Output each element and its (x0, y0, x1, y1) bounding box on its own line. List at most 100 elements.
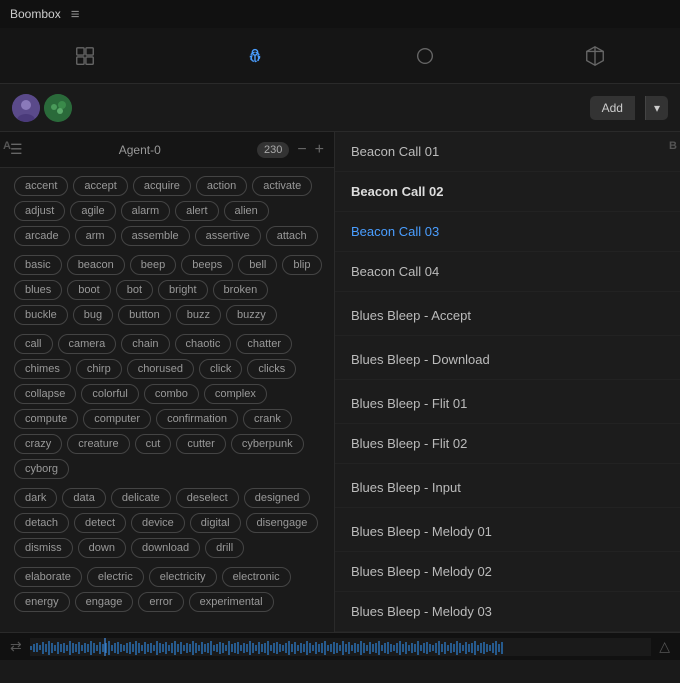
tag-buzzy[interactable]: buzzy (226, 305, 277, 325)
tag-elaborate[interactable]: elaborate (14, 567, 82, 587)
warn-icon[interactable]: △ (659, 638, 670, 655)
tag-acquire[interactable]: acquire (133, 176, 191, 196)
sound-item-blues-input[interactable]: Blues Bleep - Input (335, 468, 680, 508)
tag-collapse[interactable]: collapse (14, 384, 76, 404)
tag-button[interactable]: button (118, 305, 171, 325)
tag-experimental[interactable]: experimental (189, 592, 274, 612)
sound-item-blues-melody03[interactable]: Blues Bleep - Melody 03 (335, 592, 680, 632)
tag-arm[interactable]: arm (75, 226, 116, 246)
tag-click[interactable]: click (199, 359, 242, 379)
tag-electric[interactable]: electric (87, 567, 144, 587)
tag-detect[interactable]: detect (74, 513, 126, 533)
tag-bright[interactable]: bright (158, 280, 208, 300)
tag-beacon[interactable]: beacon (67, 255, 125, 275)
panel-minus-button[interactable]: − (297, 141, 306, 159)
tag-confirmation[interactable]: confirmation (156, 409, 238, 429)
tag-blip[interactable]: blip (282, 255, 321, 275)
tag-broken[interactable]: broken (213, 280, 269, 300)
tag-crazy[interactable]: crazy (14, 434, 62, 454)
tag-agile[interactable]: agile (70, 201, 115, 221)
sound-item-blues-melody02[interactable]: Blues Bleep - Melody 02 (335, 552, 680, 592)
tag-creature[interactable]: creature (67, 434, 129, 454)
tag-bug[interactable]: bug (73, 305, 113, 325)
tag-compute[interactable]: compute (14, 409, 78, 429)
tag-chaotic[interactable]: chaotic (175, 334, 232, 354)
sound-item-blues-accept[interactable]: Blues Bleep - Accept (335, 296, 680, 336)
tag-deselect[interactable]: deselect (176, 488, 239, 508)
tag-assertive[interactable]: assertive (195, 226, 261, 246)
sound-item-blues-flit02[interactable]: Blues Bleep - Flit 02 (335, 424, 680, 464)
tag-activate[interactable]: activate (252, 176, 312, 196)
waveform[interactable] (30, 638, 651, 656)
tag-attach[interactable]: attach (266, 226, 318, 246)
tag-alert[interactable]: alert (175, 201, 218, 221)
tag-chain[interactable]: chain (121, 334, 169, 354)
tag-digital[interactable]: digital (190, 513, 241, 533)
tag-chimes[interactable]: chimes (14, 359, 71, 379)
tag-arcade[interactable]: arcade (14, 226, 70, 246)
add-dropdown-button[interactable]: ▾ (645, 96, 668, 120)
tag-beep[interactable]: beep (130, 255, 176, 275)
tag-disengage[interactable]: disengage (246, 513, 319, 533)
tag-clicks[interactable]: clicks (247, 359, 296, 379)
tag-camera[interactable]: camera (58, 334, 117, 354)
tag-detach[interactable]: detach (14, 513, 69, 533)
tag-alien[interactable]: alien (224, 201, 269, 221)
tag-combo[interactable]: combo (144, 384, 199, 404)
tag-delicate[interactable]: delicate (111, 488, 171, 508)
avatar-1[interactable] (12, 94, 40, 122)
tag-chorused[interactable]: chorused (127, 359, 194, 379)
sound-item-beacon-02[interactable]: Beacon Call 02 (335, 172, 680, 212)
tag-chirp[interactable]: chirp (76, 359, 122, 379)
tag-boot[interactable]: boot (67, 280, 110, 300)
tag-device[interactable]: device (131, 513, 185, 533)
avatar-2[interactable] (44, 94, 72, 122)
tag-call[interactable]: call (14, 334, 53, 354)
add-button[interactable]: Add (590, 96, 635, 120)
nav-grid-icon[interactable] (65, 36, 105, 76)
tag-electricity[interactable]: electricity (149, 567, 217, 587)
nav-agent-icon[interactable] (235, 36, 275, 76)
tag-electronic[interactable]: electronic (222, 567, 291, 587)
tag-engage[interactable]: engage (75, 592, 134, 612)
tag-data[interactable]: data (62, 488, 105, 508)
tag-computer[interactable]: computer (83, 409, 151, 429)
tag-bell[interactable]: bell (238, 255, 277, 275)
transport-icon[interactable]: ⇄ (10, 638, 22, 655)
tag-accept[interactable]: accept (73, 176, 127, 196)
nav-box-icon[interactable] (575, 36, 615, 76)
tag-crank[interactable]: crank (243, 409, 292, 429)
tag-dismiss[interactable]: dismiss (14, 538, 73, 558)
sound-item-blues-flit01[interactable]: Blues Bleep - Flit 01 (335, 384, 680, 424)
tag-buzz[interactable]: buzz (176, 305, 221, 325)
tag-energy[interactable]: energy (14, 592, 70, 612)
tag-accent[interactable]: accent (14, 176, 68, 196)
sound-item-beacon-03[interactable]: Beacon Call 03 (335, 212, 680, 252)
tag-dark[interactable]: dark (14, 488, 57, 508)
tag-cyberpunk[interactable]: cyberpunk (231, 434, 304, 454)
tag-action[interactable]: action (196, 176, 247, 196)
tag-colorful[interactable]: colorful (81, 384, 138, 404)
sound-item-beacon-01[interactable]: Beacon Call 01 (335, 132, 680, 172)
sound-item-beacon-04[interactable]: Beacon Call 04 (335, 252, 680, 292)
tag-complex[interactable]: complex (204, 384, 267, 404)
tag-cutter[interactable]: cutter (176, 434, 226, 454)
menu-icon[interactable]: ≡ (71, 6, 80, 23)
tag-drill[interactable]: drill (205, 538, 244, 558)
tag-buckle[interactable]: buckle (14, 305, 68, 325)
tag-down[interactable]: down (78, 538, 126, 558)
tag-chatter[interactable]: chatter (236, 334, 292, 354)
sound-item-blues-melody01[interactable]: Blues Bleep - Melody 01 (335, 512, 680, 552)
tag-alarm[interactable]: alarm (121, 201, 171, 221)
tag-assemble[interactable]: assemble (121, 226, 190, 246)
tag-blues[interactable]: blues (14, 280, 62, 300)
tag-adjust[interactable]: adjust (14, 201, 65, 221)
tag-cut[interactable]: cut (135, 434, 172, 454)
sound-item-blues-download[interactable]: Blues Bleep - Download (335, 340, 680, 380)
nav-circle-icon[interactable] (405, 36, 445, 76)
tag-beeps[interactable]: beeps (181, 255, 233, 275)
tag-cyborg[interactable]: cyborg (14, 459, 69, 479)
panel-plus-button[interactable]: + (315, 141, 324, 159)
tag-designed[interactable]: designed (244, 488, 311, 508)
tag-download[interactable]: download (131, 538, 200, 558)
